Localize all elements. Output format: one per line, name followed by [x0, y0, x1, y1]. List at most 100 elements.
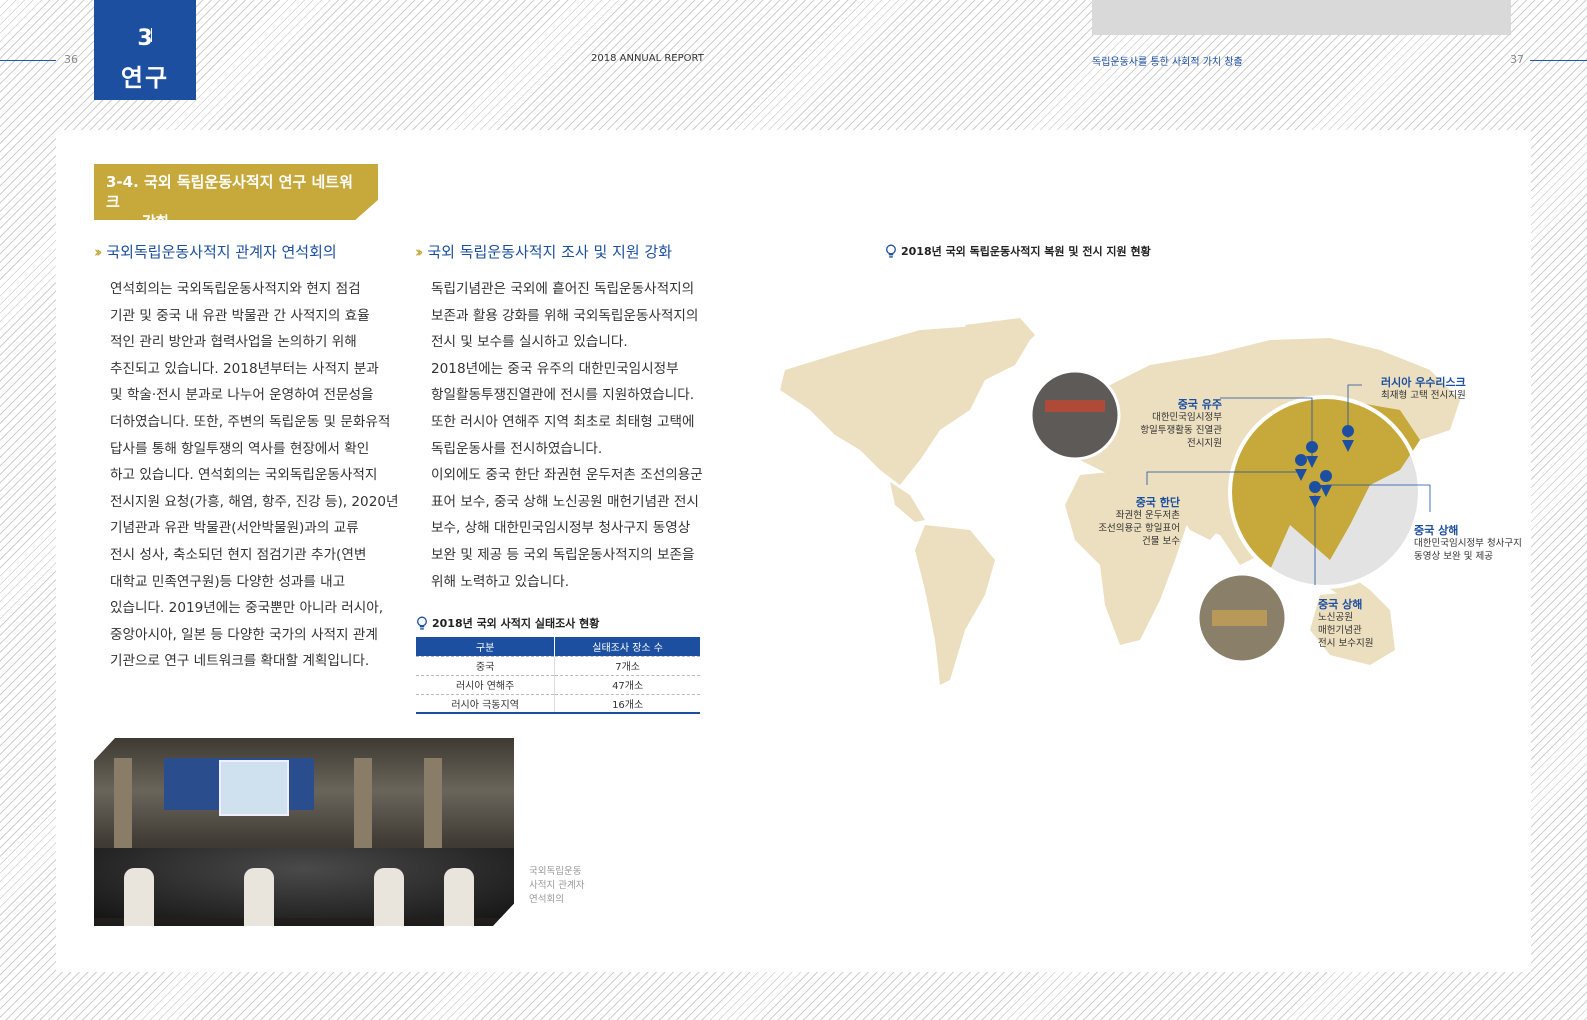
map-label-desc: 건물 보수	[1142, 536, 1180, 547]
table-title-text: 2018년 국외 사적지 실태조사 현황	[432, 617, 600, 630]
thumbnail-detail	[1212, 610, 1267, 626]
photo-screen	[219, 760, 289, 816]
page-number-right: 37	[1510, 53, 1524, 66]
photo-caption: 국외독립운동 사적지 관계자 연석회의	[529, 865, 584, 907]
photo-caption-line: 연석회의	[529, 894, 564, 905]
table-row: 러시아 연해주 47개소	[416, 674, 700, 694]
thumbnail-detail	[1045, 400, 1105, 412]
photo-chair	[124, 868, 154, 926]
body-text-line: 표어 보수, 중국 상해 노신공원 매헌기념관 전시	[431, 493, 699, 510]
map-title-text: 2018년 국외 독립운동사적지 복원 및 전시 지원 현황	[901, 245, 1151, 258]
body-text-line: 전시 성사, 축소되던 현지 점검기관 추가(연변	[110, 546, 367, 563]
photo-chair	[374, 868, 404, 926]
map-label-desc: 대한민국임시정부	[1152, 412, 1222, 423]
table-cell: 러시아 연해주	[416, 674, 555, 694]
middle-subtitle: ›› 국외 독립운동사적지 조사 및 지원 강화	[415, 241, 672, 262]
double-chevron-icon: ››	[415, 242, 424, 261]
table-cell: 7개소	[554, 655, 700, 675]
body-text-line: 보수, 상해 대한민국임시정부 청사구지 동영상	[431, 520, 691, 537]
body-text-line: 전시지원 요청(가흥, 해염, 항주, 진강 등), 2020년	[110, 493, 399, 510]
map-label-place: 중국 상해	[1318, 598, 1363, 611]
table-title: 2018년 국외 사적지 실태조사 현황	[416, 615, 599, 631]
header-band	[1092, 0, 1511, 35]
body-text-line: 보존과 활용 강화를 위해 국외독립운동사적지의	[431, 307, 699, 324]
body-text-line: 연석회의는 국외독립운동사적지와 현지 점검	[110, 281, 361, 297]
map-label-ussuriysk: 러시아 우수리스크 최재형 고택 전시지원	[1381, 376, 1466, 402]
map-title: 2018년 국외 독립운동사적지 복원 및 전시 지원 현황	[885, 243, 1151, 259]
chapter-tab: 3 연구	[94, 0, 196, 100]
map-label-desc: 노신공원	[1318, 612, 1353, 623]
map-label-place: 중국 유주	[1177, 398, 1222, 411]
body-text-line: 또한 러시아 연해주 지역 최초로 최태형 고택에	[431, 413, 695, 430]
survey-table: 구분 실태조사 장소 수 중국 7개소 러시아 연해주 47개소 러시아 극동지…	[416, 637, 700, 714]
map-label-desc: 조선의용군 항일표어	[1098, 523, 1180, 534]
middle-body-text: 독립기념관은 국외에 흩어진 독립운동사적지의보존과 활용 강화를 위해 국외독…	[431, 276, 703, 595]
map-label-place: 중국 한단	[1135, 496, 1180, 509]
lightbulb-icon	[886, 244, 896, 258]
page-number-left: 36	[64, 53, 78, 66]
table-cell: 47개소	[554, 674, 700, 694]
body-text-line: 있습니다. 2019년에는 중국뿐만 아니라 러시아,	[110, 600, 384, 617]
map-label-desc: 전시지원	[1187, 438, 1222, 449]
table-cell: 중국	[416, 655, 555, 675]
chapter-number: 3	[94, 26, 196, 51]
map-south-america	[915, 525, 995, 685]
map-label-place: 러시아 우수리스크	[1381, 376, 1466, 389]
report-title: 2018 ANNUAL REPORT	[591, 53, 704, 64]
table-row: 중국 7개소	[416, 655, 700, 675]
map-label-desc: 항일투쟁활동 진열관	[1140, 425, 1222, 436]
map-label-shanghai-park: 중국 상해 노신공원 매헌기념관 전시 보수지원	[1318, 598, 1373, 650]
body-text-line: 기관으로 연구 네트워크를 확대할 계획입니다.	[110, 653, 370, 670]
table-header-row: 구분 실태조사 장소 수	[416, 637, 700, 656]
map-label-place: 중국 상해	[1414, 524, 1459, 537]
body-text-line: 기관 및 중국 내 유관 박물관 간 사적지의 효율	[110, 307, 370, 324]
photo-caption-line: 국외독립운동	[529, 866, 582, 877]
photo-chair	[444, 868, 474, 926]
body-text-line: 항일활동투쟁진열관에 전시를 지원하였습니다.	[431, 387, 695, 404]
left-body-text: 연석회의는 국외독립운동사적지와 현지 점검기관 및 중국 내 유관 박물관 간…	[110, 276, 399, 675]
table-row: 러시아 극동지역 16개소	[416, 693, 700, 713]
map-label-desc: 전시 보수지원	[1318, 638, 1374, 649]
section-title: 3-4. 국외 독립운동사적지 연구 네트워크 강화	[94, 164, 378, 220]
lightbulb-icon	[417, 616, 427, 630]
header-rule-right	[1530, 60, 1587, 61]
body-text-line: 독립운동사를 전시하였습니다.	[431, 440, 603, 457]
body-text-line: 중앙아시아, 일본 등 다양한 국가의 사적지 관계	[110, 626, 378, 643]
body-text-line: 2018년에는 중국 유주의 대한민국임시정부	[431, 360, 679, 377]
photo-thumbnail-liuzhou	[1029, 369, 1121, 461]
body-text-line: 대학교 민족연구원)등 다양한 성과를 내고	[110, 573, 346, 590]
map-label-desc: 동영상 보완 및 제공	[1414, 551, 1493, 562]
body-text-line: 보완 및 제공 등 국외 독립운동사적지의 보존을	[431, 546, 695, 563]
map-label-desc: 좌권현 운두저촌	[1115, 510, 1180, 521]
body-text-line: 하고 있습니다. 연석회의는 국외독립운동사적지	[110, 467, 378, 484]
map-label-desc: 대한민국임시정부 청사구지	[1414, 538, 1522, 549]
body-text-line: 전시 및 보수를 실시하고 있습니다.	[431, 334, 628, 351]
middle-subtitle-text: 국외 독립운동사적지 조사 및 지원 강화	[427, 243, 673, 261]
table-cell: 16개소	[554, 693, 700, 713]
header-rule-left	[0, 60, 56, 61]
body-text-line: 기념관과 유관 박물관(서안박물원)과의 교류	[110, 520, 359, 537]
right-header-title: 독립운동사를 통한 사회적 가치 창출	[1092, 57, 1243, 68]
photo-chair	[244, 868, 274, 926]
body-text-line: 답사를 통해 항일투쟁의 역사를 현장에서 확인	[110, 440, 370, 457]
left-subtitle-text: 국외독립운동사적지 관계자 연석회의	[106, 243, 337, 261]
body-text-line: 더하였습니다. 또한, 주변의 독립운동 및 문화유적	[110, 413, 391, 430]
body-text-line: 위해 노력하고 있습니다.	[431, 573, 570, 590]
body-text-line: 독립기념관은 국외에 흩어진 독립운동사적지의	[431, 281, 695, 297]
section-title-line1: 3-4. 국외 독립운동사적지 연구 네트워크	[106, 173, 353, 211]
body-text-line: 이외에도 중국 한단 좌권현 운두저촌 조선의용군	[431, 467, 703, 484]
table-header-cell: 실태조사 장소 수	[554, 637, 700, 656]
map-central-america	[890, 482, 925, 522]
table-cell: 러시아 극동지역	[416, 693, 555, 713]
table-header-cell: 구분	[416, 637, 555, 656]
photo-caption-line: 사적지 관계자	[529, 880, 585, 891]
map-label-desc: 매헌기념관	[1318, 625, 1362, 636]
chapter-name: 연구	[120, 64, 170, 92]
body-text-line: 추진되고 있습니다. 2018년부터는 사적지 분과	[110, 360, 379, 377]
map-label-handan: 중국 한단 좌권현 운두저촌 조선의용군 항일표어 건물 보수	[1086, 496, 1180, 548]
map-label-liuzhou: 중국 유주 대한민국임시정부 항일투쟁활동 진열관 전시지원	[1120, 398, 1222, 450]
meeting-photo	[94, 738, 514, 926]
left-subtitle: ›› 국외독립운동사적지 관계자 연석회의	[94, 241, 337, 262]
map-label-desc: 최재형 고택 전시지원	[1381, 390, 1466, 401]
body-text-line: 및 학술·전시 분과로 나누어 운영하여 전문성을	[110, 387, 374, 404]
